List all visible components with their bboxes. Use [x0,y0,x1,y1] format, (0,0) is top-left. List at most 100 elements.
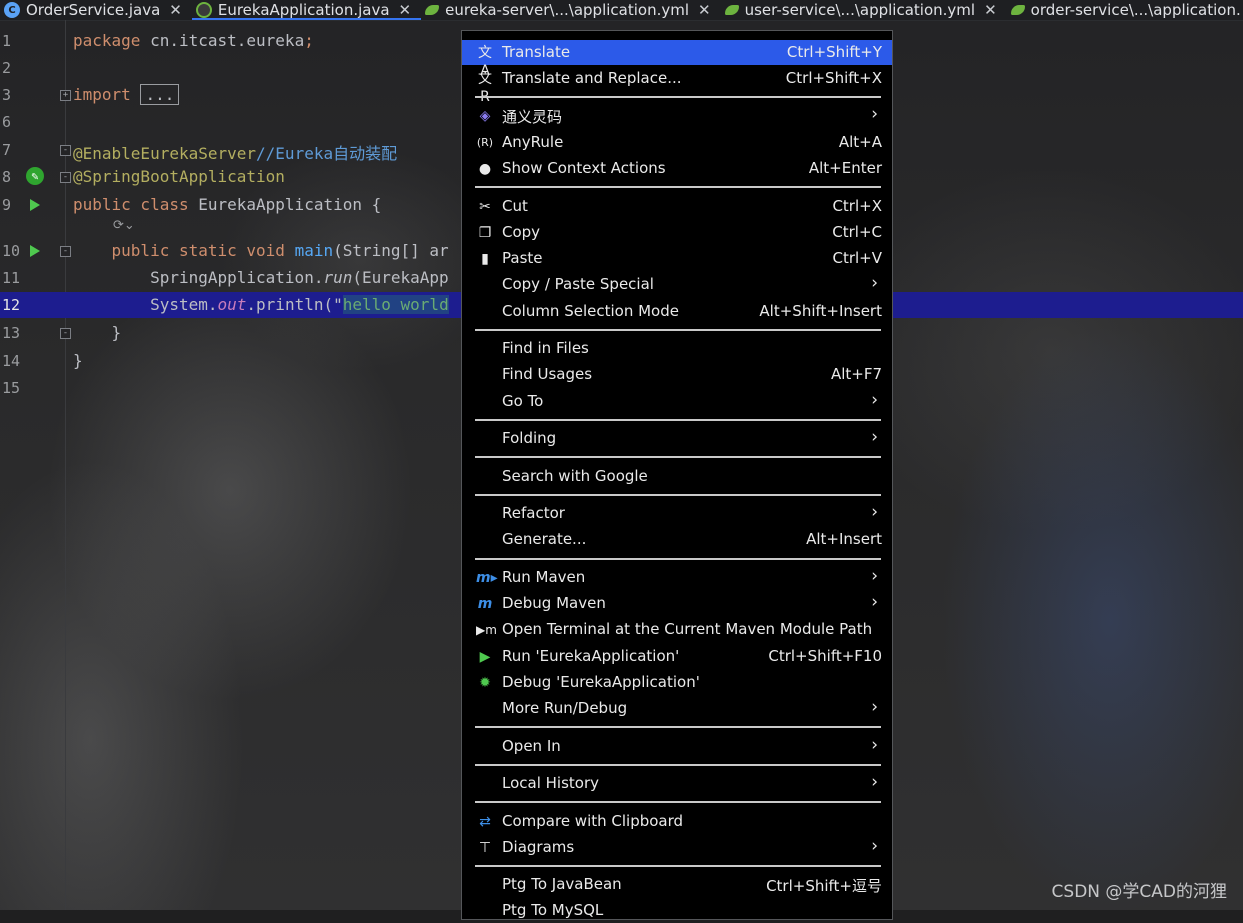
compare-icon: ⇄ [479,814,491,830]
tab-eurekaapplication[interactable]: EurekaApplication.java ✕ [191,0,422,20]
menu-item-diagrams[interactable]: ⊤ Diagrams › [462,835,892,860]
line-number: 3 [2,86,12,104]
tab-orderservice[interactable]: C OrderService.java ✕ [0,0,192,20]
menu-item-anyrule[interactable]: (R) AnyRule Alt+A [462,130,892,155]
chevron-right-icon: › [871,502,878,522]
menu-item-search-google[interactable]: Search with Google [462,464,892,489]
menu-item-more-run-debug[interactable]: More Run/Debug › [462,696,892,721]
menu-separator [475,456,881,458]
run-gutter-icon[interactable] [30,199,40,211]
line-number: 13 [2,324,21,342]
menu-separator [475,419,881,421]
menu-item-copy[interactable]: ❐ Copy Ctrl+C [462,220,892,245]
menu-item-ptg-javabean[interactable]: Ptg To JavaBean Ctrl+Shift+逗号 [462,872,892,897]
line-number: 11 [2,269,21,287]
menu-item-copy-paste-special[interactable]: Copy / Paste Special › [462,272,892,297]
menu-separator [475,801,881,803]
chevron-right-icon: › [871,427,878,447]
ai-inlay-icon[interactable]: ⟳⌄ [113,218,135,233]
tab-eureka-server-yml[interactable]: eureka-server\...\application.yml ✕ [421,0,720,20]
menu-item-open-in[interactable]: Open In › [462,734,892,759]
folded-imports[interactable]: ... [140,84,180,105]
menu-item-run-maven[interactable]: m▸ Run Maven › [462,565,892,590]
line-number: 1 [2,32,12,50]
chevron-right-icon: › [871,836,878,856]
menu-item-context-actions[interactable]: ● Show Context Actions Alt+Enter [462,156,892,181]
menu-item-paste[interactable]: ▮ Paste Ctrl+V [462,246,892,271]
menu-separator [475,865,881,867]
menu-item-translate[interactable]: 文A Translate Ctrl+Shift+Y [462,40,892,79]
copy-icon: ❐ [478,225,492,241]
menu-separator [475,186,881,188]
maven-debug-icon: m [477,596,493,612]
run-icon: ▶ [479,649,491,665]
menu-item-go-to[interactable]: Go To › [462,389,892,414]
terminal-maven-icon: ▶m [476,623,497,637]
chevron-right-icon: › [871,273,878,293]
maven-run-icon: m▸ [476,570,498,586]
chevron-right-icon: › [871,772,878,792]
menu-separator [475,96,881,98]
fold-expand-icon[interactable]: + [60,90,71,101]
debug-bug-icon: ✹ [479,675,491,691]
menu-item-compare-clipboard[interactable]: ⇄ Compare with Clipboard [462,809,892,834]
spring-class-icon [195,2,212,18]
close-icon[interactable]: ✕ [984,1,997,19]
chevron-right-icon: › [871,104,878,124]
regex-icon: (R) [476,136,494,149]
chevron-right-icon: › [871,592,878,612]
menu-separator [475,329,881,331]
editor-tab-bar: C OrderService.java ✕ EurekaApplication.… [0,0,1243,21]
menu-separator [475,726,881,728]
menu-item-open-terminal-maven[interactable]: ▶m Open Terminal at the Current Maven Mo… [462,617,892,642]
tab-order-service-yml[interactable]: order-service\...\application. [1007,0,1243,20]
editor-context-menu: 文A Translate Ctrl+Shift+Y 文R Translate a… [461,30,893,920]
fold-end-icon[interactable]: - [60,328,71,339]
line-number: 7 [2,141,12,159]
fold-end-icon[interactable]: - [60,172,71,183]
paste-icon: ▮ [481,251,489,267]
menu-item-folding[interactable]: Folding › [462,426,892,451]
menu-item-refactor[interactable]: Refactor › [462,501,892,526]
close-icon[interactable]: ✕ [169,1,182,19]
close-icon[interactable]: ✕ [399,1,412,19]
translate-icon: 文A [478,45,492,79]
menu-item-tongyi[interactable]: ◈ 通义灵码 › [462,103,892,128]
line-number: 12 [2,296,21,314]
spring-leaf-icon [1010,5,1025,15]
menu-separator [475,558,881,560]
menu-item-run-app[interactable]: ▶ Run 'EurekaApplication' Ctrl+Shift+F10 [462,644,892,669]
spring-bean-icon[interactable]: ✎ [26,167,44,185]
chevron-right-icon: › [871,697,878,717]
menu-item-ptg-mysql[interactable]: Ptg To MySQL [462,898,892,923]
menu-item-debug-app[interactable]: ✹ Debug 'EurekaApplication' [462,670,892,695]
spring-leaf-icon [724,5,739,15]
menu-item-translate-replace[interactable]: 文R Translate and Replace... Ctrl+Shift+X [462,66,892,105]
bulb-icon: ● [478,161,492,177]
menu-item-column-selection[interactable]: Column Selection Mode Alt+Shift+Insert [462,299,892,324]
line-number: 9 [2,196,12,214]
menu-item-find-usages[interactable]: Find Usages Alt+F7 [462,362,892,387]
fold-collapse-icon[interactable]: - [60,246,71,257]
menu-separator [475,764,881,766]
menu-item-local-history[interactable]: Local History › [462,771,892,796]
menu-item-find-in-files[interactable]: Find in Files [462,336,892,361]
line-number: 14 [2,352,21,370]
menu-item-debug-maven[interactable]: m Debug Maven › [462,591,892,616]
run-gutter-icon[interactable] [30,245,40,257]
tab-user-service-yml[interactable]: user-service\...\application.yml ✕ [721,0,1007,20]
scissors-icon: ✂ [479,199,491,215]
line-number: 10 [2,242,21,260]
line-number: 8 [2,168,12,186]
menu-item-cut[interactable]: ✂ Cut Ctrl+X [462,194,892,219]
translate-replace-icon: 文R [478,71,492,105]
chevron-right-icon: › [871,566,878,586]
fold-collapse-icon[interactable]: - [60,145,71,156]
close-icon[interactable]: ✕ [698,1,711,19]
class-c-icon: C [4,2,20,18]
menu-item-generate[interactable]: Generate... Alt+Insert [462,527,892,552]
spring-leaf-icon [425,5,440,15]
menu-separator [475,494,881,496]
diagram-icon: ⊤ [478,840,492,856]
line-number: 6 [2,113,12,131]
